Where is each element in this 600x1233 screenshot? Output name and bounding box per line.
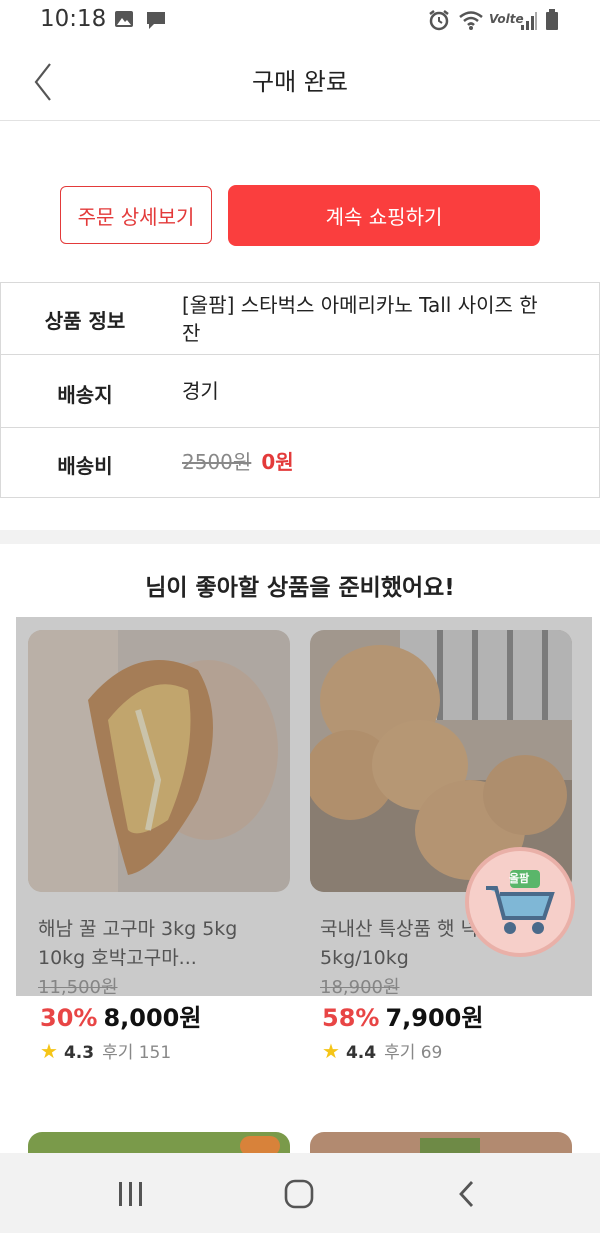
product-price-line: 58% 7,900원 xyxy=(322,998,483,1033)
discount-rate: 30% xyxy=(40,1004,98,1032)
review-count: 후기 69 xyxy=(384,1043,443,1063)
wifi-icon xyxy=(459,11,483,30)
battery-icon xyxy=(546,9,558,30)
shipping-fee-original: 2500원 xyxy=(182,450,252,474)
star-icon: ★ xyxy=(322,1039,340,1063)
shipping-address-value: 경기 xyxy=(182,379,219,403)
shipping-fee-label: 배송비 xyxy=(57,454,113,478)
star-icon: ★ xyxy=(40,1039,58,1063)
system-nav-bar xyxy=(0,1153,600,1233)
back-icon[interactable] xyxy=(456,1179,478,1209)
message-icon xyxy=(147,12,165,29)
rating-line: ★ 4.4 후기 69 xyxy=(322,1038,442,1063)
review-count: 후기 151 xyxy=(102,1043,172,1063)
alarm-icon xyxy=(429,10,449,31)
volte-label: Volte xyxy=(489,12,524,26)
status-time: 10:18 xyxy=(40,6,107,32)
sale-price: 8,000원 xyxy=(103,1004,202,1032)
shipping-address-label: 배송지 xyxy=(57,383,113,407)
rating-line: ★ 4.3 후기 151 xyxy=(40,1038,171,1063)
rating-value: 4.4 xyxy=(345,1043,377,1063)
floating-cart-button[interactable]: 올팜 xyxy=(469,851,571,953)
sale-price: 7,900원 xyxy=(385,1004,484,1032)
recommend-title: 님이 좋아할 상품을 준비했어요! xyxy=(145,575,455,601)
page-title: 구매 완료 xyxy=(252,68,348,96)
status-bar: 10:18 Volte xyxy=(0,0,600,44)
product-info-row: 상품 정보 [올팜] 스타벅스 아메리카노 Tall 사이즈 한 잔 xyxy=(1,283,599,355)
cart-badge-label: 올팜 xyxy=(509,872,530,885)
section-divider xyxy=(0,530,600,544)
home-icon[interactable] xyxy=(284,1179,314,1209)
continue-shopping-button[interactable]: 계속 쇼핑하기 xyxy=(228,185,540,246)
shipping-fee-value: 2500원 0원 xyxy=(182,448,559,476)
recent-apps-icon[interactable] xyxy=(116,1181,146,1207)
order-detail-button[interactable]: 주문 상세보기 xyxy=(60,186,212,244)
discount-rate: 58% xyxy=(322,1004,380,1032)
signal-icon xyxy=(521,12,537,30)
rating-value: 4.3 xyxy=(63,1043,95,1063)
shipping-address-row: 배송지 경기 xyxy=(1,355,599,428)
app-header: 구매 완료 xyxy=(0,44,600,121)
gallery-icon xyxy=(115,11,133,27)
shipping-fee-final: 0원 xyxy=(261,450,294,474)
product-info-value: [올팜] 스타벅스 아메리카노 Tall 사이즈 한 잔 xyxy=(182,293,538,345)
product-info-label: 상품 정보 xyxy=(44,309,126,333)
product-price-line: 30% 8,000원 xyxy=(40,998,201,1033)
shipping-fee-row: 배송비 2500원 0원 xyxy=(1,428,599,497)
order-info-table: 상품 정보 [올팜] 스타벅스 아메리카노 Tall 사이즈 한 잔 배송지 경… xyxy=(0,282,600,498)
